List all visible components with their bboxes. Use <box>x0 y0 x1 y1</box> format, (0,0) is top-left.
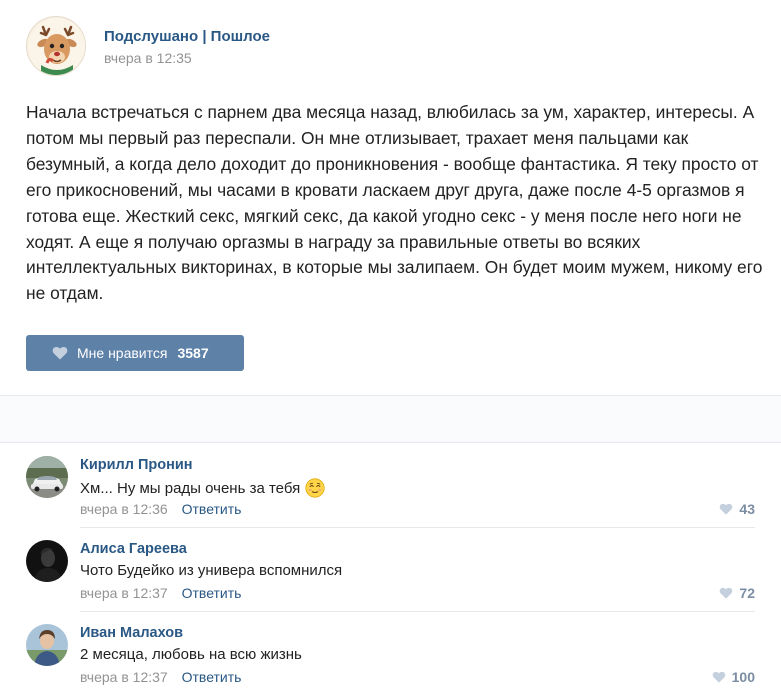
comment-meta: вчера в 12:37 Ответить <box>80 585 241 601</box>
comment-text-content: Чото Будейко из универа вспомнился <box>80 562 343 579</box>
comment-like-count: 43 <box>739 501 755 517</box>
heart-icon <box>52 346 68 360</box>
comment-like-button[interactable]: 100 <box>712 669 755 685</box>
avatar[interactable] <box>26 624 68 666</box>
group-avatar[interactable] <box>26 16 86 76</box>
comment-item: Иван Малахов 2 месяца, любовь на всю жиз… <box>0 612 781 689</box>
heart-icon <box>720 587 733 599</box>
relieved-face-emoji-icon <box>305 478 325 498</box>
comment-author[interactable]: Кирилл Пронин <box>80 457 193 473</box>
comment-timestamp[interactable]: вчера в 12:36 <box>80 501 168 517</box>
car-photo-icon <box>26 456 68 498</box>
comment-timestamp[interactable]: вчера в 12:37 <box>80 585 168 601</box>
comment-item: Кирилл Пронин Хм... Ну мы рады очень за … <box>0 444 781 528</box>
comment-like-button[interactable]: 72 <box>719 585 755 601</box>
post-timestamp[interactable]: вчера в 12:35 <box>104 50 192 66</box>
comment-timestamp[interactable]: вчера в 12:37 <box>80 669 168 685</box>
comment-author[interactable]: Алиса Гареева <box>80 541 187 557</box>
comment-author[interactable]: Иван Малахов <box>80 625 183 641</box>
person-photo-icon <box>26 540 68 582</box>
person-photo-icon <box>26 624 68 666</box>
comment-item: Алиса Гареева Чото Будейко из универа вс… <box>0 528 781 612</box>
reply-button[interactable]: Ответить <box>182 669 242 685</box>
comment-like-count: 100 <box>731 669 755 685</box>
reply-button[interactable]: Ответить <box>182 501 242 517</box>
group-name-link[interactable]: Подслушано | Пошлое <box>104 28 270 45</box>
comment-like-count: 72 <box>739 585 755 601</box>
avatar[interactable] <box>26 540 68 582</box>
avatar[interactable] <box>26 456 68 498</box>
comment-text: 2 месяца, любовь на всю жизнь <box>80 646 302 663</box>
comment-text: Хм... Ну мы рады очень за тебя <box>80 478 325 498</box>
comment-like-button[interactable]: 43 <box>719 501 755 517</box>
post-text: Начала встречаться с парнем два месяца н… <box>26 102 763 304</box>
reply-button[interactable]: Ответить <box>182 585 242 601</box>
like-count: 3587 <box>177 345 209 361</box>
comment-meta: вчера в 12:36 Ответить <box>80 501 241 517</box>
post-divider <box>0 395 781 443</box>
deer-logo-icon <box>28 18 85 75</box>
heart-icon <box>712 671 725 683</box>
like-button[interactable]: Мне нравится 3587 <box>26 335 244 371</box>
comment-text-content: 2 месяца, любовь на всю жизнь <box>80 646 302 663</box>
heart-icon <box>720 503 733 515</box>
like-label: Мне нравится <box>77 345 168 361</box>
comment-meta: вчера в 12:37 Ответить <box>80 669 241 685</box>
comment-text-content: Хм... Ну мы рады очень за тебя <box>80 479 301 497</box>
comment-text: Чото Будейко из универа вспомнился <box>80 562 342 579</box>
